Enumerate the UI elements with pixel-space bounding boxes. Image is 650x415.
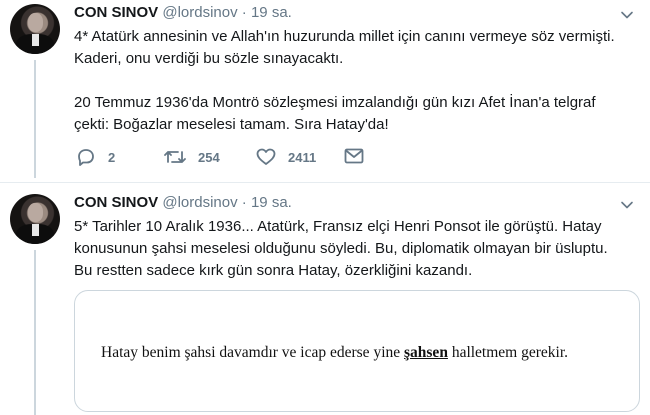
chevron-down-icon[interactable] bbox=[620, 198, 634, 212]
dm-button[interactable] bbox=[344, 148, 364, 164]
card-quote: Hatay benim şahsi davamdır ve icap eders… bbox=[101, 344, 568, 362]
display-name[interactable]: CON SINOV bbox=[74, 194, 158, 211]
tweet-text-line: çekti: Boğazlar meselesi tamam. Sıra Hat… bbox=[74, 116, 389, 133]
tweet-text-line: 5* Tarihler 10 Aralık 1936... Atatürk, F… bbox=[74, 218, 602, 235]
display-name[interactable]: CON SINOV bbox=[74, 4, 158, 21]
like-button[interactable]: 2411 bbox=[256, 148, 316, 166]
tweet-text: 5* Tarihler 10 Aralık 1936... Atatürk, F… bbox=[74, 216, 644, 282]
tweet-text-line: 4* Atatürk annesinin ve Allah'ın huzurun… bbox=[74, 28, 615, 45]
retweet-count: 254 bbox=[198, 149, 220, 165]
handle[interactable]: @lordsinov bbox=[162, 194, 237, 211]
separator: · bbox=[241, 4, 247, 21]
retweet-button[interactable]: 254 bbox=[164, 148, 220, 166]
avatar[interactable] bbox=[10, 4, 60, 54]
handle[interactable]: @lordsinov bbox=[162, 4, 237, 21]
like-count: 2411 bbox=[288, 149, 317, 165]
avatar-collar bbox=[32, 224, 39, 236]
reply-button[interactable]: 2 bbox=[76, 148, 115, 166]
avatar-face bbox=[28, 13, 43, 32]
envelope-icon bbox=[344, 148, 364, 164]
tweet-header: CON SINOV @lordsinov · 19 sa. bbox=[74, 4, 292, 21]
timestamp[interactable]: 19 sa. bbox=[251, 4, 292, 21]
reply-count: 2 bbox=[108, 149, 116, 165]
tweet-text: 4* Atatürk annesinin ve Allah'ın huzurun… bbox=[74, 26, 644, 136]
retweet-icon bbox=[164, 151, 186, 163]
tweet-text-line: Kaderi, onu verdiği bu sözle sınayacaktı… bbox=[74, 50, 344, 67]
avatar[interactable] bbox=[10, 194, 60, 244]
reply-icon bbox=[78, 149, 94, 166]
timestamp[interactable]: 19 sa. bbox=[251, 194, 292, 211]
thread-line bbox=[34, 250, 36, 415]
tweet-text-line: Bu restten sadece kırk gün sonra Hatay, … bbox=[74, 262, 473, 279]
media-card[interactable]: Hatay benim şahsi davamdır ve icap eders… bbox=[74, 290, 640, 412]
avatar-collar bbox=[32, 34, 39, 46]
chevron-down-icon[interactable] bbox=[620, 8, 634, 22]
card-text-underlined: şahsen bbox=[404, 344, 448, 361]
avatar-face bbox=[28, 203, 43, 222]
heart-icon bbox=[256, 148, 276, 165]
tweet-text-line: konusunun şahsi meselesi olduğunu söyled… bbox=[74, 240, 608, 257]
tweet-header: CON SINOV @lordsinov · 19 sa. bbox=[74, 194, 292, 211]
card-text-before: Hatay benim şahsi davamdır ve icap eders… bbox=[101, 344, 404, 361]
separator: · bbox=[241, 194, 247, 211]
tweet-text-line: 20 Temmuz 1936'da Montrö sözleşmesi imza… bbox=[74, 94, 596, 111]
tweet-divider bbox=[0, 182, 650, 183]
thread-line bbox=[34, 60, 36, 178]
card-text-after: halletmem gerekir. bbox=[447, 344, 569, 361]
